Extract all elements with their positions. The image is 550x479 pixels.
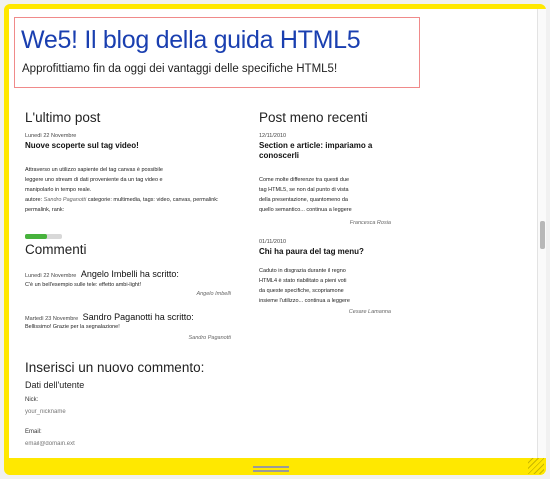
recent-post-line: da queste specifiche, scopriamone — [259, 288, 344, 294]
nick-input[interactable] — [25, 407, 145, 417]
comment-signature: Sandro Paganotti — [188, 335, 231, 341]
recent-post-author: Francesca Rosia — [349, 220, 391, 226]
recent-post-date: 01/11/2010 — [259, 239, 287, 245]
comment-date: Lunedì 22 Novembre — [25, 273, 77, 279]
rank-bar-fill — [25, 234, 48, 239]
comment-form-subheading: Dati dell'utente — [25, 380, 85, 390]
recent-post-line: tag HTML5, se non dal punto di vista — [259, 187, 349, 193]
latest-post-heading: L'ultimo post — [25, 110, 101, 125]
recent-post-line: insieme l'utilizzo... continua a leggere — [259, 298, 350, 304]
comment-author: Sandro Paganotti ha scritto: — [82, 312, 194, 322]
latest-post-body-line: Attraverso un utilizzo sapiente del tag … — [25, 167, 163, 173]
site-title: We5! Il blog della guida HTML5 — [21, 26, 361, 54]
recent-post-line: Caduto in disgrazia durante il regno — [259, 268, 346, 274]
comment-signature: Angelo Imbelli — [196, 291, 231, 297]
recent-post-line: della presentazione, quantomeno da — [259, 197, 348, 203]
site-header: We5! Il blog della guida HTML5 Approfitt… — [14, 17, 420, 88]
email-label: Email: — [25, 429, 42, 435]
recent-post-title[interactable]: Chi ha paura del tag menu? — [259, 247, 391, 257]
recent-posts-heading: Post meno recenti — [259, 110, 368, 125]
comment-text: C'è un bell'esempio sulle tele: effetto … — [25, 282, 142, 288]
comment-text: Bellissimo! Grazie per la segnalazione! — [25, 324, 120, 330]
blog-page: We5! Il blog della guida HTML5 Approfitt… — [9, 9, 537, 458]
recent-post-title[interactable]: Section e article: impariamo a conoscerl… — [259, 141, 391, 161]
recent-post-line: quello semantico... continua a leggere — [259, 207, 352, 213]
meta-author-label: autore: — [25, 197, 43, 203]
email-input[interactable] — [25, 439, 145, 449]
rank-bar — [25, 234, 62, 239]
recent-post-line: Come molte differenze tra questi due — [259, 177, 350, 183]
recent-post-date: 12/11/2010 — [259, 133, 287, 139]
latest-post-body-line: leggere uno stream di dati proveniente d… — [25, 177, 163, 183]
site-tagline: Approfittiamo fin da oggi dei vantaggi d… — [22, 63, 338, 75]
latest-post-meta: autore: Sandro Paganotti categorie: mult… — [25, 195, 231, 215]
recent-post-author: Cesare Lamanna — [348, 309, 391, 315]
comment-author: Angelo Imbelli ha scritto: — [80, 269, 179, 279]
meta-author-name: Sandro Paganotti — [43, 197, 87, 203]
vertical-scrollbar[interactable] — [537, 9, 546, 458]
window-backdrop: We5! Il blog della guida HTML5 Approfitt… — [0, 0, 550, 479]
comment-form-heading: Inserisci un nuovo commento: — [25, 360, 205, 375]
recent-post-line: HTML4 è stato riabilitato a pieni voti — [259, 278, 347, 284]
scroll-thumb[interactable] — [540, 221, 545, 249]
comments-heading: Commenti — [25, 242, 87, 257]
resize-corner-icon[interactable] — [528, 458, 544, 474]
resize-grip-icon[interactable] — [253, 466, 289, 472]
latest-post-title[interactable]: Nuove scoperte sul tag video! — [25, 141, 231, 151]
latest-post-body-line: manipolarlo in tempo reale. — [25, 187, 92, 193]
latest-post-date: Lunedì 22 Novembre — [25, 133, 77, 139]
nick-label: Nick: — [25, 397, 39, 403]
